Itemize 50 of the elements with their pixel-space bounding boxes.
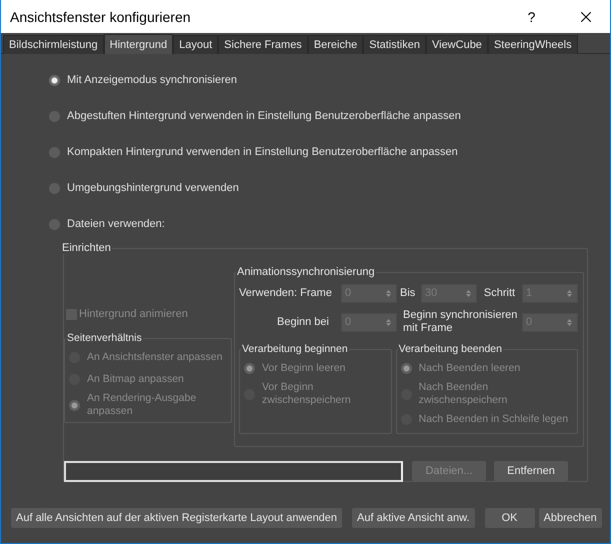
radio-button[interactable] (49, 146, 60, 158)
radio-button[interactable] (49, 182, 60, 194)
group-title: Animationssynchronisierung (236, 266, 376, 278)
checkbox-label: Hintergrund animieren (79, 308, 188, 320)
dialog-button[interactable]: OK (484, 508, 535, 528)
tab[interactable]: Hintergrund (104, 34, 174, 54)
tab[interactable]: Layout (173, 35, 218, 54)
spinner-arrows-icon[interactable] (567, 288, 572, 298)
group-title: Verarbeitung beenden (398, 343, 503, 355)
radio-label: Mit Anzeigemodus synchronisieren (67, 74, 237, 86)
group-title: Seitenverhältnis (66, 332, 143, 344)
dialog-button[interactable]: Auf alle Ansichten auf der aktiven Registerkarte Layout anwenden (11, 508, 342, 528)
field-label: Bis (399, 286, 416, 300)
radio-label: An Rendering-Ausgabe anpassen (87, 392, 198, 418)
spinner-arrows-icon[interactable] (567, 318, 572, 326)
field-label: Beginn bei (276, 316, 330, 328)
radio-label: Nach Beenden leeren (418, 362, 520, 375)
radio-label: Nach Beenden in Schleife legen (418, 413, 568, 426)
tab[interactable]: Bildschirmleistung (3, 35, 104, 54)
radio-label: Umgebungshintergrund verwenden (67, 182, 239, 194)
radio-button[interactable] (49, 74, 60, 86)
radio-label: Nach Beenden zwischenspeichern (418, 381, 508, 407)
window-title: Ansichtsfenster konfigurieren (10, 8, 192, 24)
field-label: Schritt (482, 286, 516, 300)
spinner-arrows-icon[interactable] (466, 288, 471, 298)
dialog-button[interactable]: Auf aktive Ansicht anw. (352, 508, 475, 528)
tab[interactable]: Statistiken (363, 35, 426, 54)
tab[interactable]: SteeringWheels (488, 35, 578, 54)
spinner-arrows-icon[interactable] (386, 288, 391, 298)
remove-button[interactable]: Entfernen (494, 461, 568, 481)
radio-label: Kompakten Hintergrund verwenden in Einstellung Benutzeroberfläche anpassen (67, 146, 458, 158)
tab[interactable]: Bereiche (308, 35, 364, 54)
tab[interactable]: ViewCube (426, 35, 488, 54)
field-label: Verwenden: Frame (239, 286, 333, 300)
file-path-field[interactable] (64, 460, 403, 482)
radio-label: An Ansichtsfenster anpassen (87, 351, 222, 364)
spinner-arrows-icon[interactable] (386, 318, 391, 326)
radio-button[interactable] (49, 218, 60, 230)
radio-label: Dateien verwenden: (67, 218, 165, 230)
radio-label: Abgestuften Hintergrund verwenden in Einstellung Benutzeroberfläche anpassen (67, 110, 461, 122)
field-label: Beginn synchronisieren mit Frame (402, 309, 518, 335)
dialog-button[interactable]: Abbrechen (538, 508, 602, 528)
radio-label: Vor Beginn leeren (262, 362, 346, 375)
radio-label: An Bitmap anpassen (87, 373, 184, 386)
radio-button[interactable] (49, 110, 60, 122)
group-title: Verarbeitung beginnen (241, 343, 349, 355)
group-title: Einrichten (61, 242, 112, 254)
radio-label: Vor Beginn zwischenspeichern (262, 381, 352, 407)
help-button[interactable]: ? (509, 8, 554, 24)
tab[interactable]: Sichere Frames (218, 35, 308, 54)
